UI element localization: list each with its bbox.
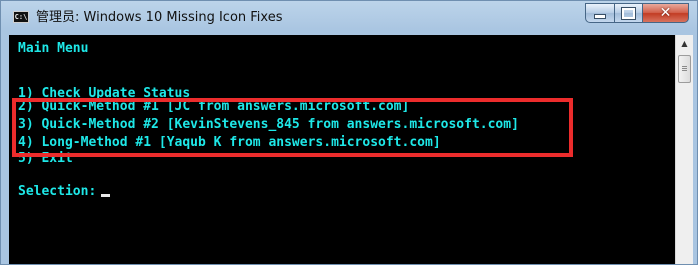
scroll-up-arrow-icon[interactable]: ▲: [676, 35, 693, 52]
window-title: 管理员: Windows 10 Missing Icon Fixes: [36, 10, 283, 25]
grip-line: [682, 68, 687, 69]
maximize-button[interactable]: [615, 3, 643, 23]
selection-label: Selection:: [18, 184, 97, 199]
highlight-box: [12, 98, 573, 157]
window-frame-right: [693, 35, 697, 264]
minimize-icon: [595, 14, 605, 18]
close-icon: ✕: [659, 5, 672, 21]
cmd-icon: C:\: [13, 11, 29, 23]
scroll-thumb[interactable]: [678, 55, 691, 83]
close-button[interactable]: ✕: [643, 3, 689, 23]
console-window: C:\ 管理员: Windows 10 Missing Icon Fixes ✕…: [0, 0, 698, 265]
maximize-icon: [622, 7, 635, 19]
title-bar[interactable]: C:\ 管理员: Windows 10 Missing Icon Fixes ✕: [1, 1, 697, 35]
selection-prompt[interactable]: Selection:: [18, 184, 111, 199]
caption-buttons: ✕: [585, 3, 689, 25]
grip-line: [682, 70, 687, 71]
menu-header: Main Menu: [18, 41, 89, 56]
grip-line: [682, 66, 687, 67]
vertical-scrollbar[interactable]: ▲: [675, 35, 693, 264]
text-cursor: [101, 194, 111, 197]
minimize-button[interactable]: [585, 3, 615, 23]
